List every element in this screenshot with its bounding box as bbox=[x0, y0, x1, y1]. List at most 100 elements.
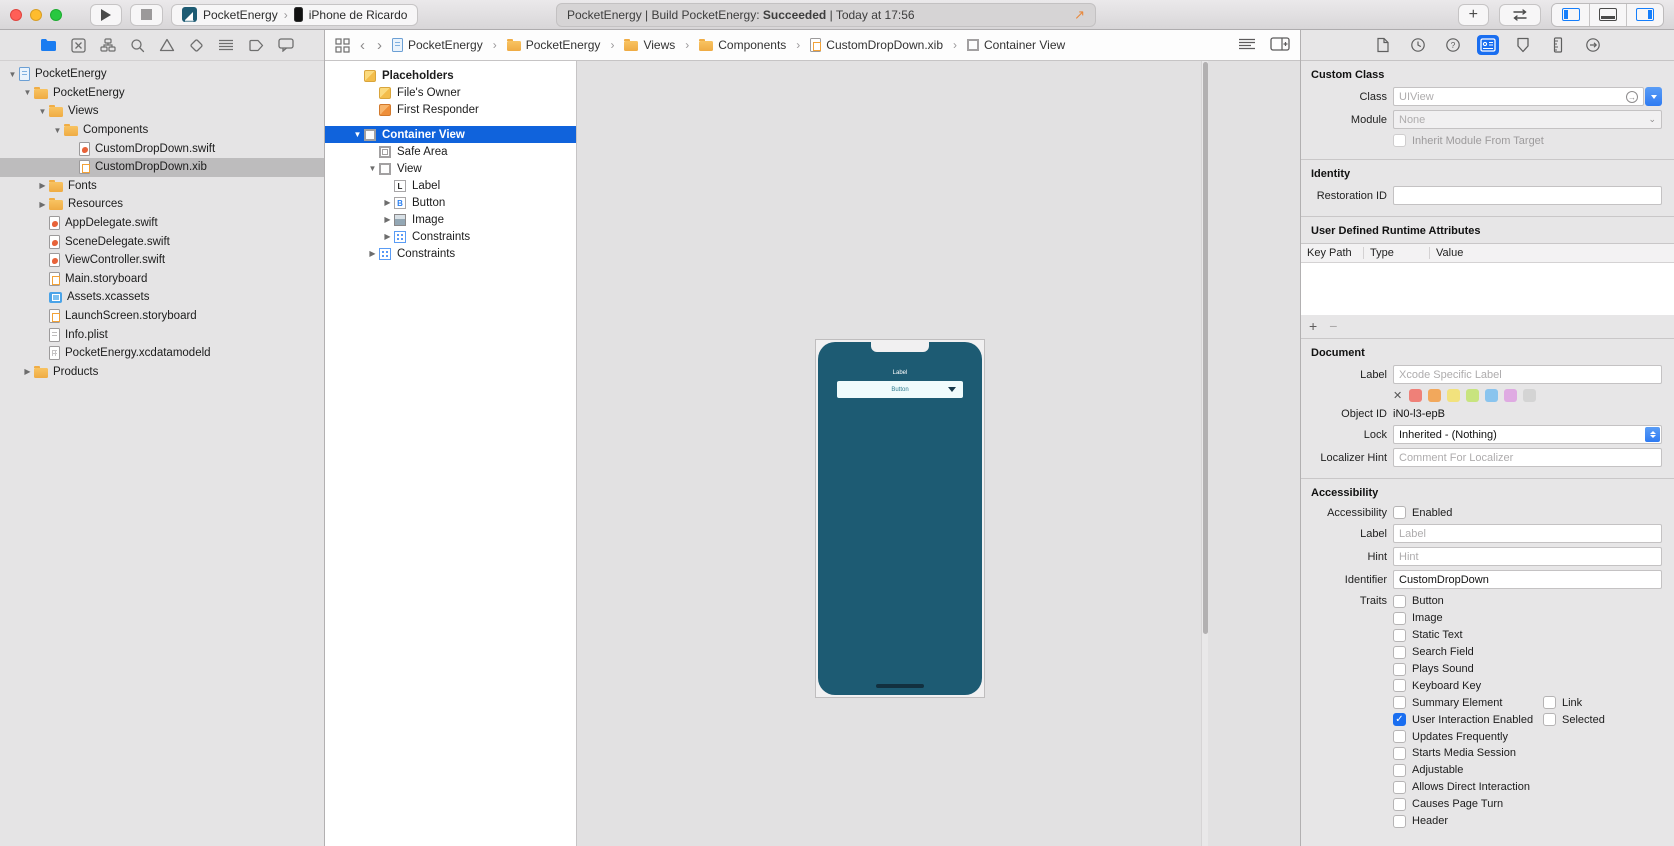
quick-help-inspector-tab[interactable]: ? bbox=[1442, 35, 1464, 55]
disclosure-open-icon[interactable]: ▼ bbox=[21, 88, 34, 97]
runtime-attributes-table[interactable]: Key Path Type Value bbox=[1301, 243, 1674, 315]
lock-popup[interactable]: Inherited - (Nothing) bbox=[1393, 425, 1662, 444]
trait-updates-frequently[interactable]: Updates Frequently bbox=[1393, 728, 1543, 745]
color-swatch-purple[interactable] bbox=[1504, 389, 1517, 402]
localizer-hint-field[interactable]: Comment For Localizer bbox=[1393, 448, 1662, 467]
toggle-navigator-button[interactable] bbox=[1552, 4, 1589, 26]
file-row-customdropdown-swift[interactable]: CustomDropDown.swift bbox=[0, 139, 324, 158]
activity-status-bar[interactable]: PocketEnergy | Build PocketEnergy: Succe… bbox=[556, 3, 1096, 27]
trait-starts-media-session[interactable]: Starts Media Session bbox=[1393, 745, 1543, 762]
accessibility-hint-field[interactable]: Hint bbox=[1393, 547, 1662, 566]
restoration-id-field[interactable] bbox=[1393, 186, 1662, 205]
trait-checkbox[interactable] bbox=[1393, 747, 1406, 760]
remove-attribute-button[interactable]: − bbox=[1329, 318, 1337, 334]
back-button[interactable]: ‹ bbox=[358, 37, 367, 54]
file-row-pocketenergy-folder[interactable]: ▼PocketEnergy bbox=[0, 84, 324, 103]
disclosure-open-icon[interactable]: ▼ bbox=[351, 130, 364, 139]
trait-header[interactable]: Header bbox=[1393, 813, 1543, 830]
trait-keyboard-key[interactable]: Keyboard Key bbox=[1393, 677, 1543, 694]
trait-allows-direct-interaction[interactable]: Allows Direct Interaction bbox=[1393, 779, 1543, 796]
outline-row-safe-area[interactable]: Safe Area bbox=[325, 143, 576, 160]
file-row-info-plist[interactable]: Info.plist bbox=[0, 325, 324, 344]
outline-row-first-responder[interactable]: First Responder bbox=[325, 101, 576, 118]
disclosure-closed-icon[interactable]: ▶ bbox=[381, 215, 394, 224]
disclosure-open-icon[interactable]: ▼ bbox=[366, 164, 379, 173]
breadcrumb-container-view[interactable]: Container View bbox=[967, 38, 1065, 52]
trait-checkbox[interactable] bbox=[1393, 798, 1406, 811]
trait-checkbox[interactable] bbox=[1393, 730, 1406, 743]
editor-options-icon[interactable] bbox=[1238, 38, 1256, 53]
outline-row-placeholders[interactable]: Placeholders bbox=[325, 67, 576, 84]
module-field[interactable]: None⌄ bbox=[1393, 110, 1662, 129]
trait-link[interactable]: Link bbox=[1543, 694, 1605, 711]
attributes-inspector-tab[interactable] bbox=[1512, 35, 1534, 55]
runtime-attributes-empty-body[interactable] bbox=[1301, 263, 1674, 315]
container-view-canvas[interactable]: Label Button bbox=[818, 342, 982, 695]
trait-adjustable[interactable]: Adjustable bbox=[1393, 762, 1543, 779]
scrollbar-thumb[interactable] bbox=[1203, 62, 1208, 634]
disclosure-closed-icon[interactable]: ▶ bbox=[381, 198, 394, 207]
file-row-customdropdown-xib[interactable]: CustomDropDown.xib bbox=[0, 158, 324, 177]
trait-checkbox-checked[interactable]: ✓ bbox=[1393, 713, 1406, 726]
trait-checkbox[interactable] bbox=[1393, 764, 1406, 777]
color-swatch-yellow[interactable] bbox=[1447, 389, 1460, 402]
disclosure-open-icon[interactable]: ▼ bbox=[36, 107, 49, 116]
color-swatch-gray[interactable] bbox=[1523, 389, 1536, 402]
trait-checkbox[interactable] bbox=[1393, 696, 1406, 709]
canvas-scrollbar[interactable] bbox=[1201, 61, 1208, 846]
disclosure-open-icon[interactable]: ▼ bbox=[51, 126, 64, 135]
trait-causes-page-turn[interactable]: Causes Page Turn bbox=[1393, 796, 1543, 813]
outline-row-button[interactable]: ▶BButton bbox=[325, 194, 576, 211]
breadcrumb-xib[interactable]: CustomDropDown.xib bbox=[810, 38, 943, 52]
color-swatch-red[interactable] bbox=[1409, 389, 1422, 402]
file-row-main-storyboard[interactable]: Main.storyboard bbox=[0, 270, 324, 289]
stop-button[interactable] bbox=[130, 4, 163, 26]
file-row-components[interactable]: ▼Components bbox=[0, 121, 324, 140]
project-navigator-tab[interactable] bbox=[40, 38, 57, 52]
find-navigator-tab[interactable] bbox=[130, 38, 145, 53]
trait-user-interaction-enabled[interactable]: ✓User Interaction Enabled bbox=[1393, 711, 1543, 728]
jump-to-class-icon[interactable]: → bbox=[1626, 91, 1638, 103]
debug-navigator-tab[interactable] bbox=[218, 39, 234, 51]
trait-selected[interactable]: Selected bbox=[1543, 711, 1605, 728]
outline-row-container-view[interactable]: ▼Container View bbox=[325, 126, 576, 143]
outline-row-files-owner[interactable]: File's Owner bbox=[325, 84, 576, 101]
outline-row-constraints-outer[interactable]: ▶Constraints bbox=[325, 245, 576, 262]
file-row-scenedelegate[interactable]: SceneDelegate.swift bbox=[0, 232, 324, 251]
disclosure-closed-icon[interactable]: ▶ bbox=[36, 181, 49, 190]
issue-navigator-tab[interactable] bbox=[159, 38, 175, 52]
file-row-fonts[interactable]: ▶Fonts bbox=[0, 177, 324, 196]
canvas-label[interactable]: Label bbox=[818, 370, 982, 376]
toggle-debug-area-button[interactable] bbox=[1589, 4, 1626, 26]
identifier-field[interactable]: CustomDropDown bbox=[1393, 570, 1662, 589]
editor-mode-button[interactable] bbox=[1499, 4, 1541, 26]
trait-search-field[interactable]: Search Field bbox=[1393, 644, 1543, 661]
breadcrumb-views[interactable]: Views bbox=[624, 38, 675, 52]
trait-checkbox[interactable] bbox=[1393, 595, 1406, 608]
trait-summary-element[interactable]: Summary Element bbox=[1393, 694, 1543, 711]
toggle-inspector-button[interactable] bbox=[1626, 4, 1663, 26]
library-add-button[interactable]: + bbox=[1458, 4, 1489, 26]
history-inspector-tab[interactable] bbox=[1407, 35, 1429, 55]
trait-plays-sound[interactable]: Plays Sound bbox=[1393, 661, 1543, 678]
trait-checkbox[interactable] bbox=[1393, 781, 1406, 794]
add-editor-icon[interactable] bbox=[1270, 37, 1290, 54]
file-row-views[interactable]: ▼Views bbox=[0, 102, 324, 121]
outline-row-view[interactable]: ▼View bbox=[325, 160, 576, 177]
file-row-xcdatamodel[interactable]: PocketEnergy.xcdatamodeld bbox=[0, 344, 324, 363]
color-swatch-blue[interactable] bbox=[1485, 389, 1498, 402]
trait-checkbox[interactable] bbox=[1393, 629, 1406, 642]
breadcrumb-components[interactable]: Components bbox=[699, 38, 786, 52]
trait-image[interactable]: Image bbox=[1393, 610, 1543, 627]
zoom-window-button[interactable] bbox=[50, 9, 62, 21]
related-items-icon[interactable] bbox=[335, 38, 350, 53]
trait-checkbox[interactable] bbox=[1393, 612, 1406, 625]
outline-row-label[interactable]: LLabel bbox=[325, 177, 576, 194]
source-control-navigator-tab[interactable] bbox=[71, 38, 86, 53]
trait-checkbox[interactable] bbox=[1393, 646, 1406, 659]
trait-checkbox[interactable] bbox=[1393, 815, 1406, 828]
file-row-viewcontroller[interactable]: ViewController.swift bbox=[0, 251, 324, 270]
trait-checkbox[interactable] bbox=[1543, 696, 1556, 709]
identity-inspector-tab[interactable] bbox=[1477, 35, 1499, 55]
trait-checkbox[interactable] bbox=[1543, 713, 1556, 726]
